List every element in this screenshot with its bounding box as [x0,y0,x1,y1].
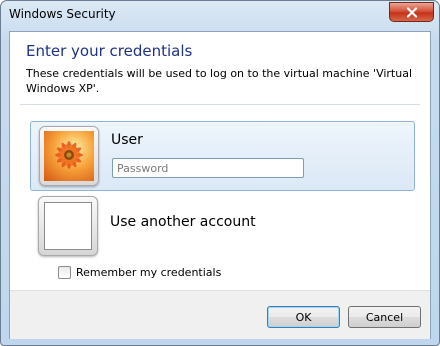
title-bar[interactable]: Windows Security [1,1,439,27]
close-icon [406,6,418,18]
avatar [39,126,99,186]
divider [20,104,420,105]
close-button[interactable] [389,2,434,22]
blank-avatar [38,196,98,256]
remember-credentials-label[interactable]: Remember my credentials [76,266,221,279]
remember-credentials-row[interactable]: Remember my credentials [58,266,221,279]
account-tile-other[interactable]: Use another account [30,194,413,258]
windows-security-dialog: Windows Security Enter your credentials … [0,0,440,346]
window-title: Windows Security [9,7,116,21]
ok-button[interactable]: OK [267,306,340,328]
remember-credentials-checkbox[interactable] [58,266,71,279]
account-name: User [111,132,143,148]
password-field[interactable] [112,158,304,178]
cancel-button[interactable]: Cancel [348,306,421,328]
use-another-account-label: Use another account [110,214,256,230]
dialog-heading: Enter your credentials [26,42,193,60]
account-tile-user[interactable]: User [30,121,415,191]
button-bar: OK Cancel [10,290,430,339]
dialog-body: Enter your credentials These credentials… [9,31,431,339]
blank-picture-icon [44,202,92,250]
dialog-description: These credentials will be used to log on… [26,67,413,95]
